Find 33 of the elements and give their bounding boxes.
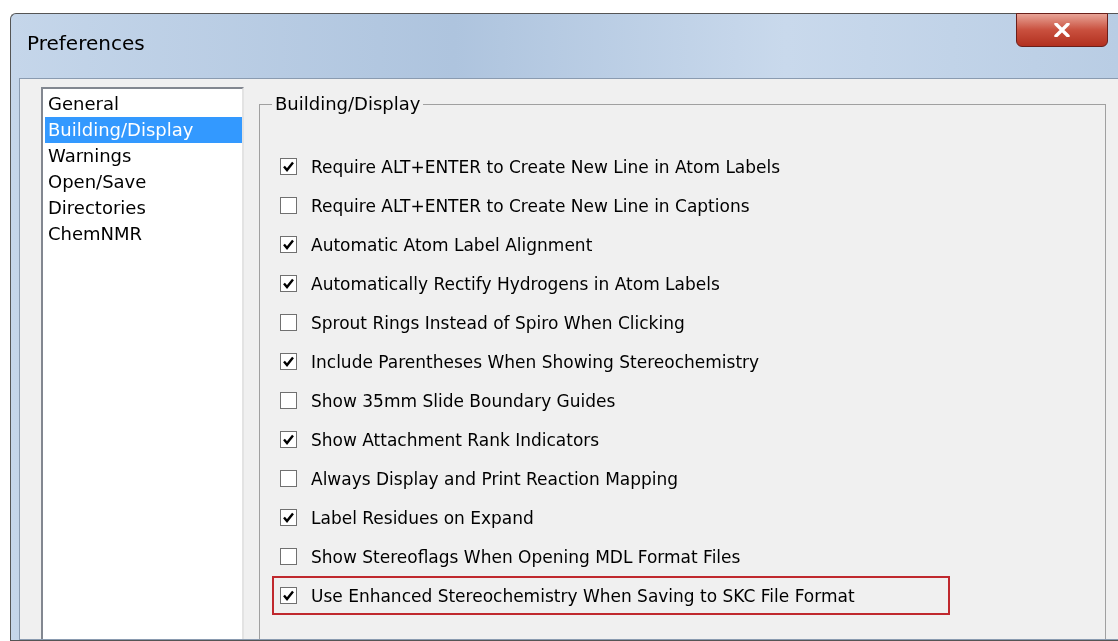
option-label: Automatically Rectify Hydrogens in Atom Labels — [311, 273, 720, 294]
option-label: Require ALT+ENTER to Create New Line in Atom Labels — [311, 156, 781, 177]
option-label: Require ALT+ENTER to Create New Line in Captions — [311, 195, 750, 216]
list-item[interactable]: General — [45, 91, 242, 117]
checkbox[interactable] — [280, 236, 297, 253]
group-title: Building/Display — [272, 93, 424, 114]
checkbox[interactable] — [280, 275, 297, 292]
close-button[interactable] — [1016, 13, 1108, 47]
checkbox[interactable] — [280, 548, 297, 565]
checkbox[interactable] — [280, 587, 297, 604]
checkbox[interactable] — [280, 392, 297, 409]
close-icon — [1054, 23, 1070, 37]
checkbox[interactable] — [280, 470, 297, 487]
option-label: Show 35mm Slide Boundary Guides — [311, 390, 616, 411]
option-label: Use Enhanced Stereochemistry When Saving to SKC File Format — [311, 585, 855, 606]
checkbox[interactable] — [280, 509, 297, 526]
option-label: Show Stereoflags When Opening MDL Format Files — [311, 546, 741, 567]
option-label: Show Attachment Rank Indicators — [311, 429, 600, 450]
window-title: Preferences — [27, 31, 145, 55]
option-label: Automatic Atom Label Alignment — [311, 234, 593, 255]
checkbox[interactable] — [280, 314, 297, 331]
checkbox[interactable] — [280, 197, 297, 214]
checkbox[interactable] — [280, 431, 297, 448]
checkbox[interactable] — [280, 353, 297, 370]
option-label: Always Display and Print Reaction Mapping — [311, 468, 679, 489]
list-item[interactable]: Directories — [45, 195, 242, 221]
list-item[interactable]: ChemNMR — [45, 221, 242, 247]
option-label: Sprout Rings Instead of Spiro When Clicking — [311, 312, 685, 333]
option-label: Label Residues on Expand — [311, 507, 534, 528]
option-label: Include Parentheses When Showing Stereochemistry — [311, 351, 760, 372]
list-item[interactable]: Warnings — [45, 143, 242, 169]
checkbox[interactable] — [280, 158, 297, 175]
list-item[interactable]: Open/Save — [45, 169, 242, 195]
